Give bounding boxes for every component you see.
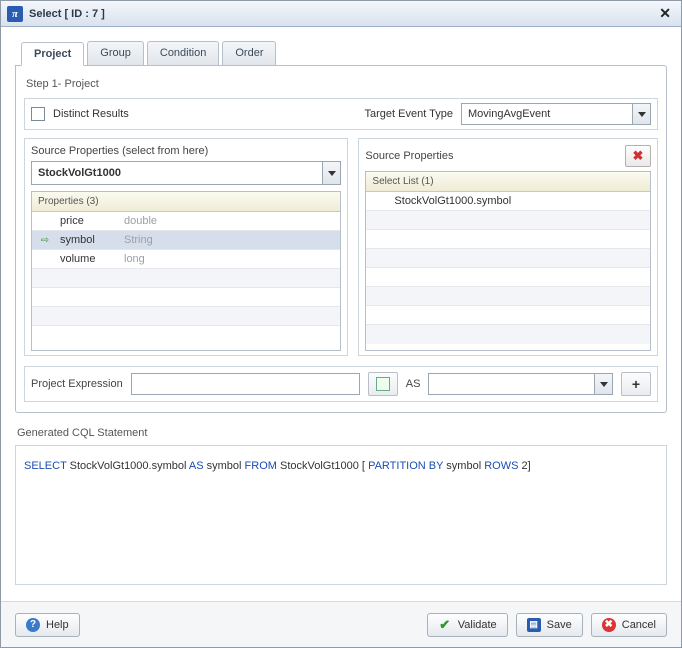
project-expression-input[interactable] bbox=[131, 373, 360, 395]
select-list-row-empty bbox=[366, 325, 650, 344]
select-list-row-empty bbox=[366, 211, 650, 230]
cancel-button[interactable]: ✖ Cancel bbox=[591, 613, 667, 637]
select-list-row-empty bbox=[366, 306, 650, 325]
tab-condition[interactable]: Condition bbox=[147, 41, 219, 65]
title-bar: π Select [ ID : 7 ] ✕ bbox=[1, 1, 681, 27]
property-row-empty bbox=[32, 326, 340, 345]
distinct-label: Distinct Results bbox=[53, 108, 129, 120]
property-row-empty bbox=[32, 269, 340, 288]
validate-button[interactable]: ✔ Validate bbox=[427, 613, 508, 637]
tab-group[interactable]: Group bbox=[87, 41, 144, 65]
tab-project[interactable]: Project bbox=[21, 42, 84, 66]
pi-icon: π bbox=[7, 6, 23, 22]
properties-grid-header: Properties (3) bbox=[32, 192, 340, 212]
chevron-down-icon[interactable] bbox=[322, 162, 340, 184]
source-properties-left-panel: Source Properties (select from here) Sto… bbox=[24, 138, 348, 356]
top-options-row: Distinct Results Target Event Type Movin… bbox=[24, 98, 658, 130]
dialog-footer: ? Help ✔ Validate ▤ Save ✖ Cancel bbox=[1, 601, 681, 647]
tab-order[interactable]: Order bbox=[222, 41, 276, 65]
select-list-row-empty bbox=[366, 249, 650, 268]
distinct-checkbox[interactable] bbox=[31, 107, 45, 121]
select-list-row-empty bbox=[366, 268, 650, 287]
step-label: Step 1- Project bbox=[26, 78, 658, 90]
select-list-row-empty bbox=[366, 287, 650, 306]
help-icon: ? bbox=[26, 618, 40, 632]
generated-cql-label: Generated CQL Statement bbox=[17, 427, 667, 439]
select-list-grid: Select List (1) StockVolGt1000.symbol bbox=[365, 171, 651, 351]
target-event-value: MovingAvgEvent bbox=[462, 108, 632, 120]
window-title: Select [ ID : 7 ] bbox=[29, 8, 105, 20]
tab-strip: Project Group Condition Order bbox=[21, 41, 667, 65]
as-alias-select[interactable] bbox=[428, 373, 613, 395]
tab-panel-project: Step 1- Project Distinct Results Target … bbox=[15, 65, 667, 413]
source-entity-select[interactable]: StockVolGt1000 bbox=[31, 161, 341, 185]
help-button[interactable]: ? Help bbox=[15, 613, 80, 637]
source-right-title: Source Properties bbox=[365, 150, 453, 162]
target-event-select[interactable]: MovingAvgEvent bbox=[461, 103, 651, 125]
arrow-right-icon: ⇨ bbox=[41, 235, 49, 246]
x-icon: ✖ bbox=[633, 148, 644, 164]
add-button[interactable]: + bbox=[621, 372, 651, 396]
expression-builder-button[interactable] bbox=[368, 372, 398, 396]
source-properties-right-panel: Source Properties ✖ Select List (1) Stoc… bbox=[358, 138, 658, 356]
disk-icon: ▤ bbox=[527, 618, 541, 632]
project-expression-row: Project Expression AS + bbox=[24, 366, 658, 402]
dialog-window: π Select [ ID : 7 ] ✕ Project Group Cond… bbox=[0, 0, 682, 648]
property-row[interactable]: volume long bbox=[32, 250, 340, 269]
property-row[interactable]: ⇨ symbol String bbox=[32, 231, 340, 250]
delete-button[interactable]: ✖ bbox=[625, 145, 651, 167]
chevron-down-icon[interactable] bbox=[632, 104, 650, 124]
property-row-empty bbox=[32, 288, 340, 307]
save-button[interactable]: ▤ Save bbox=[516, 613, 583, 637]
source-left-title: Source Properties (select from here) bbox=[31, 145, 208, 157]
as-label: AS bbox=[406, 378, 421, 390]
target-event-label: Target Event Type bbox=[365, 108, 453, 120]
select-list-row[interactable]: StockVolGt1000.symbol bbox=[366, 192, 650, 211]
cancel-icon: ✖ bbox=[602, 618, 616, 632]
project-expression-label: Project Expression bbox=[31, 378, 123, 390]
property-row[interactable]: price double bbox=[32, 212, 340, 231]
select-list-header: Select List (1) bbox=[366, 172, 650, 192]
calculator-icon bbox=[376, 377, 390, 391]
close-icon[interactable]: ✕ bbox=[655, 5, 675, 22]
check-icon: ✔ bbox=[438, 618, 452, 632]
generated-cql-box: SELECT StockVolGt1000.symbol AS symbol F… bbox=[15, 445, 667, 585]
properties-grid: Properties (3) price double ⇨ symbol Str… bbox=[31, 191, 341, 351]
select-list-row-empty bbox=[366, 230, 650, 249]
chevron-down-icon[interactable] bbox=[594, 374, 612, 394]
source-entity-value: StockVolGt1000 bbox=[32, 167, 322, 179]
property-row-empty bbox=[32, 307, 340, 326]
